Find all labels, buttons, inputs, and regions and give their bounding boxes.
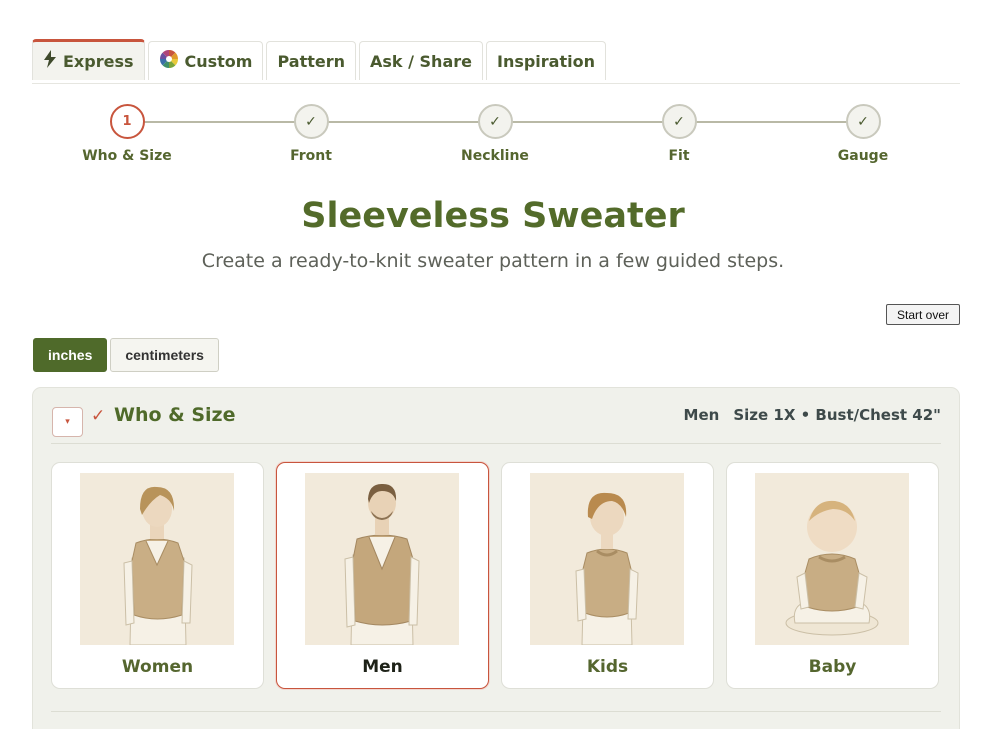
card-kids[interactable]: Kids [501, 462, 714, 689]
tab-inspiration[interactable]: Inspiration [485, 41, 606, 80]
baby-illustration [755, 473, 909, 645]
collapse-button[interactable]: ▾ [52, 407, 83, 437]
tabs-divider [32, 83, 960, 84]
summary-size: Size 1X • Bust/Chest 42" [733, 406, 941, 424]
tab-inspiration-label: Inspiration [496, 51, 595, 71]
tab-pattern-label: Pattern [277, 51, 345, 71]
tab-express[interactable]: Express [32, 39, 145, 80]
centimeters-button[interactable]: centimeters [110, 338, 219, 372]
step-label: Front [290, 148, 332, 164]
card-label: Baby [808, 657, 857, 677]
start-over-button[interactable]: Start over [886, 304, 960, 325]
check-icon: ✓ [293, 104, 329, 139]
tab-pattern[interactable]: Pattern [266, 41, 356, 80]
tab-custom-label: Custom [184, 51, 253, 71]
step-gauge[interactable]: ✓ Gauge [803, 104, 923, 164]
tab-ask-share-label: Ask / Share [370, 51, 472, 71]
step-who-size[interactable]: 1 Who & Size [67, 104, 187, 164]
color-wheel-icon [159, 49, 179, 73]
who-cards: Women Men Kids Baby [51, 462, 939, 689]
step-fit[interactable]: ✓ Fit [619, 104, 739, 164]
inches-button[interactable]: inches [33, 338, 108, 372]
who-size-panel: ▾ ✓ Who & Size Men Size 1X • Bust/Chest 4… [32, 387, 960, 729]
unit-toggle: inches centimeters [33, 338, 219, 372]
card-label: Kids [586, 657, 629, 677]
check-icon: ✓ [91, 406, 106, 426]
progress-stepper: 1 Who & Size ✓ Front ✓ Neckline ✓ Fit ✓ … [0, 104, 986, 174]
section-summary: Men Size 1X • Bust/Chest 42" [684, 406, 941, 424]
card-men[interactable]: Men [276, 462, 489, 689]
panel-header: ▾ ✓ Who & Size Men Size 1X • Bust/Chest 4… [51, 404, 941, 446]
summary-who: Men [683, 406, 720, 424]
check-icon: ✓ [661, 104, 697, 139]
section-title: Who & Size [114, 404, 236, 426]
page-title: Sleeveless Sweater [301, 196, 685, 236]
step-label: Who & Size [82, 148, 172, 164]
step-label: Gauge [837, 148, 889, 164]
panel-divider [51, 443, 941, 444]
card-baby[interactable]: Baby [726, 462, 939, 689]
card-label: Men [362, 657, 403, 677]
step-label: Neckline [461, 148, 529, 164]
main-tabs: Express Custom Pattern Ask / Share Inspi… [32, 39, 606, 80]
step-neckline[interactable]: ✓ Neckline [435, 104, 555, 164]
check-icon: ✓ [477, 104, 513, 139]
step-front[interactable]: ✓ Front [251, 104, 371, 164]
men-illustration [305, 473, 459, 645]
tab-ask-share[interactable]: Ask / Share [359, 41, 483, 80]
card-label: Women [121, 657, 194, 677]
women-illustration [80, 473, 234, 645]
panel-divider [51, 711, 941, 712]
kids-illustration [530, 473, 684, 645]
step-label: Fit [668, 148, 690, 164]
page-subtitle: Create a ready-to-knit sweater pattern i… [201, 250, 785, 272]
check-icon: ✓ [845, 104, 881, 139]
lightning-icon [43, 50, 57, 72]
card-women[interactable]: Women [51, 462, 264, 689]
chevron-down-icon: ▾ [65, 417, 70, 427]
tab-custom[interactable]: Custom [147, 41, 264, 80]
step-number: 1 [109, 104, 145, 139]
tab-express-label: Express [63, 51, 134, 71]
